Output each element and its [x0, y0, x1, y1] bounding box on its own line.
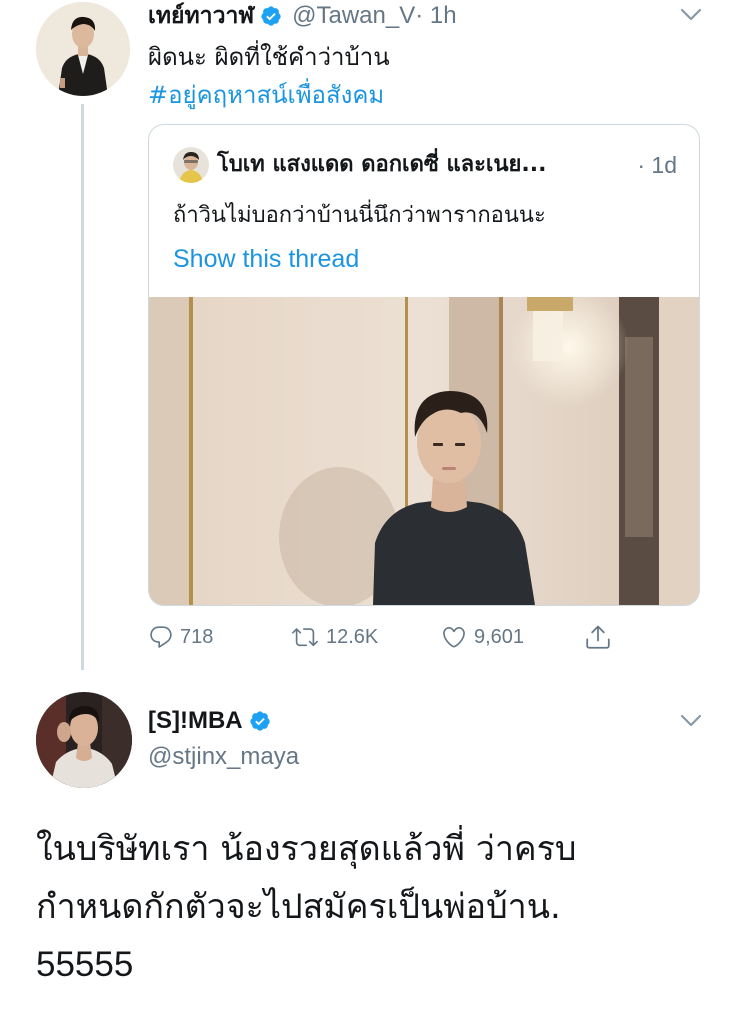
thread-connector-line: [81, 104, 84, 670]
quoted-tweet-timestamp: · 1d: [637, 152, 677, 178]
verified-badge-icon: [250, 711, 270, 731]
reply-text-line: กำหนดกักตัวจะไปสมัครเป็นพ่อบ้าน.: [36, 887, 561, 927]
tweet-photo-image: [149, 287, 699, 605]
retweet-icon: [292, 628, 318, 647]
like-action[interactable]: 9,601: [440, 620, 524, 654]
reply-author-display-name[interactable]: [S]!MBA: [148, 707, 243, 735]
quoted-author-avatar: [173, 147, 209, 183]
share-action[interactable]: [584, 620, 612, 654]
tweet-text: ผิดนะ ผิดที่ใช้คำว่าบ้าน: [148, 43, 390, 71]
quoted-tweet-text: ถ้าวินไม่บอกว่าบ้านนี่นึกว่าพารากอนนะ: [173, 203, 546, 228]
share-icon: [586, 625, 610, 649]
profile-photo-icon: [36, 692, 132, 788]
heart-icon: [443, 626, 465, 648]
author-handle[interactable]: @Tawan_V: [292, 2, 415, 30]
reply-icon: [150, 626, 172, 648]
tweet-action-bar: 718 12.6K 9,601: [148, 620, 628, 654]
reply-author-avatar[interactable]: [36, 692, 132, 788]
show-thread-link[interactable]: Show this thread: [173, 241, 359, 277]
reply-text-line: ในบริษัทเรา น้องรวยสุดแล้วพี่ ว่าครบ: [36, 829, 577, 869]
retweet-action[interactable]: 12.6K: [290, 620, 378, 654]
quoted-tweet-photo[interactable]: [149, 287, 699, 605]
tweet-timestamp[interactable]: · 1h: [415, 2, 456, 30]
reply-count: 718: [180, 625, 214, 648]
chevron-down-icon[interactable]: [680, 8, 702, 22]
reply-author-handle[interactable]: @stjinx_maya: [148, 740, 299, 774]
quoted-tweet-card[interactable]: โบเท แสงแดด ดอกเดซี่ และเนย... · 1d ถ้าว…: [148, 124, 700, 606]
author-avatar[interactable]: [36, 2, 130, 96]
reply-tweet-text: ในบริษัทเรา น้องรวยสุดแล้วพี่ ว่าครบ กำห…: [36, 820, 696, 994]
profile-photo-icon: [36, 2, 130, 96]
like-count: 9,601: [474, 625, 525, 648]
chevron-down-icon[interactable]: [680, 714, 702, 728]
hashtag-link[interactable]: #อยู่คฤหาสน์เพื่อสังคม: [148, 76, 384, 114]
reply-text-line: 55555: [36, 945, 134, 984]
profile-photo-icon: [173, 147, 209, 183]
tweet-header: เทย์ทาวาฬ @Tawan_V · 1h: [148, 0, 457, 32]
reply-header: [S]!MBA: [148, 704, 281, 738]
reply-action[interactable]: 718: [148, 620, 213, 654]
verified-badge-icon: [261, 6, 281, 26]
retweet-count: 12.6K: [326, 625, 379, 648]
quoted-tweet-header: โบเท แสงแดด ดอกเดซี่ และเนย... · 1d: [217, 149, 687, 181]
author-display-name[interactable]: เทย์ทาวาฬ: [148, 0, 254, 34]
quoted-author-display-name[interactable]: โบเท แสงแดด ดอกเดซี่ และเนย...: [217, 149, 546, 181]
